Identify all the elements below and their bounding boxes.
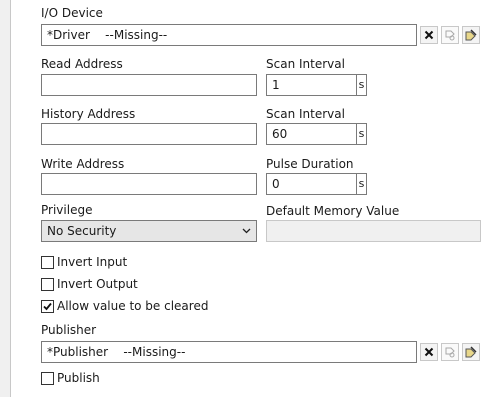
left-panel-edge (0, 0, 11, 397)
tag-browse-icon (445, 30, 455, 41)
read-address-input[interactable] (41, 74, 257, 96)
pulse-duration-label: Pulse Duration (266, 157, 354, 171)
publisher-clear-button[interactable] (420, 343, 438, 361)
history-scan-interval-unit: s (357, 123, 367, 145)
io-device-browse-button[interactable] (441, 26, 459, 44)
io-device-clear-button[interactable] (420, 26, 438, 44)
history-address-input[interactable] (41, 123, 257, 145)
invert-output-label: Invert Output (57, 277, 138, 291)
invert-output-checkbox[interactable] (41, 278, 54, 291)
tag-browse-icon (445, 347, 455, 358)
history-scan-interval-label: Scan Interval (266, 107, 345, 121)
allow-clear-checkbox[interactable] (41, 300, 54, 313)
read-address-label: Read Address (41, 57, 123, 71)
allow-clear-label: Allow value to be cleared (57, 299, 209, 313)
publisher-label: Publisher (41, 323, 97, 337)
history-address-label: History Address (41, 107, 136, 121)
io-device-field[interactable]: *Driver --Missing-- (41, 24, 417, 46)
checkmark-icon (43, 302, 52, 311)
pulse-duration-input[interactable]: 0 (266, 173, 357, 195)
invert-input-label: Invert Input (57, 255, 128, 269)
history-scan-interval-input[interactable]: 60 (266, 123, 357, 145)
tag-edit-icon (465, 346, 477, 358)
io-device-label: I/O Device (41, 6, 103, 20)
write-address-label: Write Address (41, 157, 125, 171)
invert-input-checkbox[interactable] (41, 256, 54, 269)
publish-checkbox[interactable] (41, 372, 54, 385)
publisher-field[interactable]: *Publisher --Missing-- (41, 341, 417, 363)
close-icon (424, 30, 434, 40)
publisher-browse-button[interactable] (441, 343, 459, 361)
privilege-selected-value: No Security (47, 224, 117, 238)
write-address-input[interactable] (41, 173, 257, 195)
pulse-duration-unit: s (357, 173, 367, 195)
scan-interval-unit: s (357, 74, 367, 96)
close-icon (424, 347, 434, 357)
scan-interval-input[interactable]: 1 (266, 74, 357, 96)
chevron-down-icon (242, 228, 251, 234)
io-device-edit-button[interactable] (462, 26, 480, 44)
tag-edit-icon (465, 29, 477, 41)
default-memory-value-label: Default Memory Value (266, 204, 400, 218)
scan-interval-label: Scan Interval (266, 57, 345, 71)
privilege-label: Privilege (41, 203, 93, 217)
privilege-select[interactable]: No Security (41, 220, 257, 242)
default-memory-value-input (266, 220, 481, 242)
publish-label: Publish (57, 371, 100, 385)
publisher-edit-button[interactable] (462, 343, 480, 361)
